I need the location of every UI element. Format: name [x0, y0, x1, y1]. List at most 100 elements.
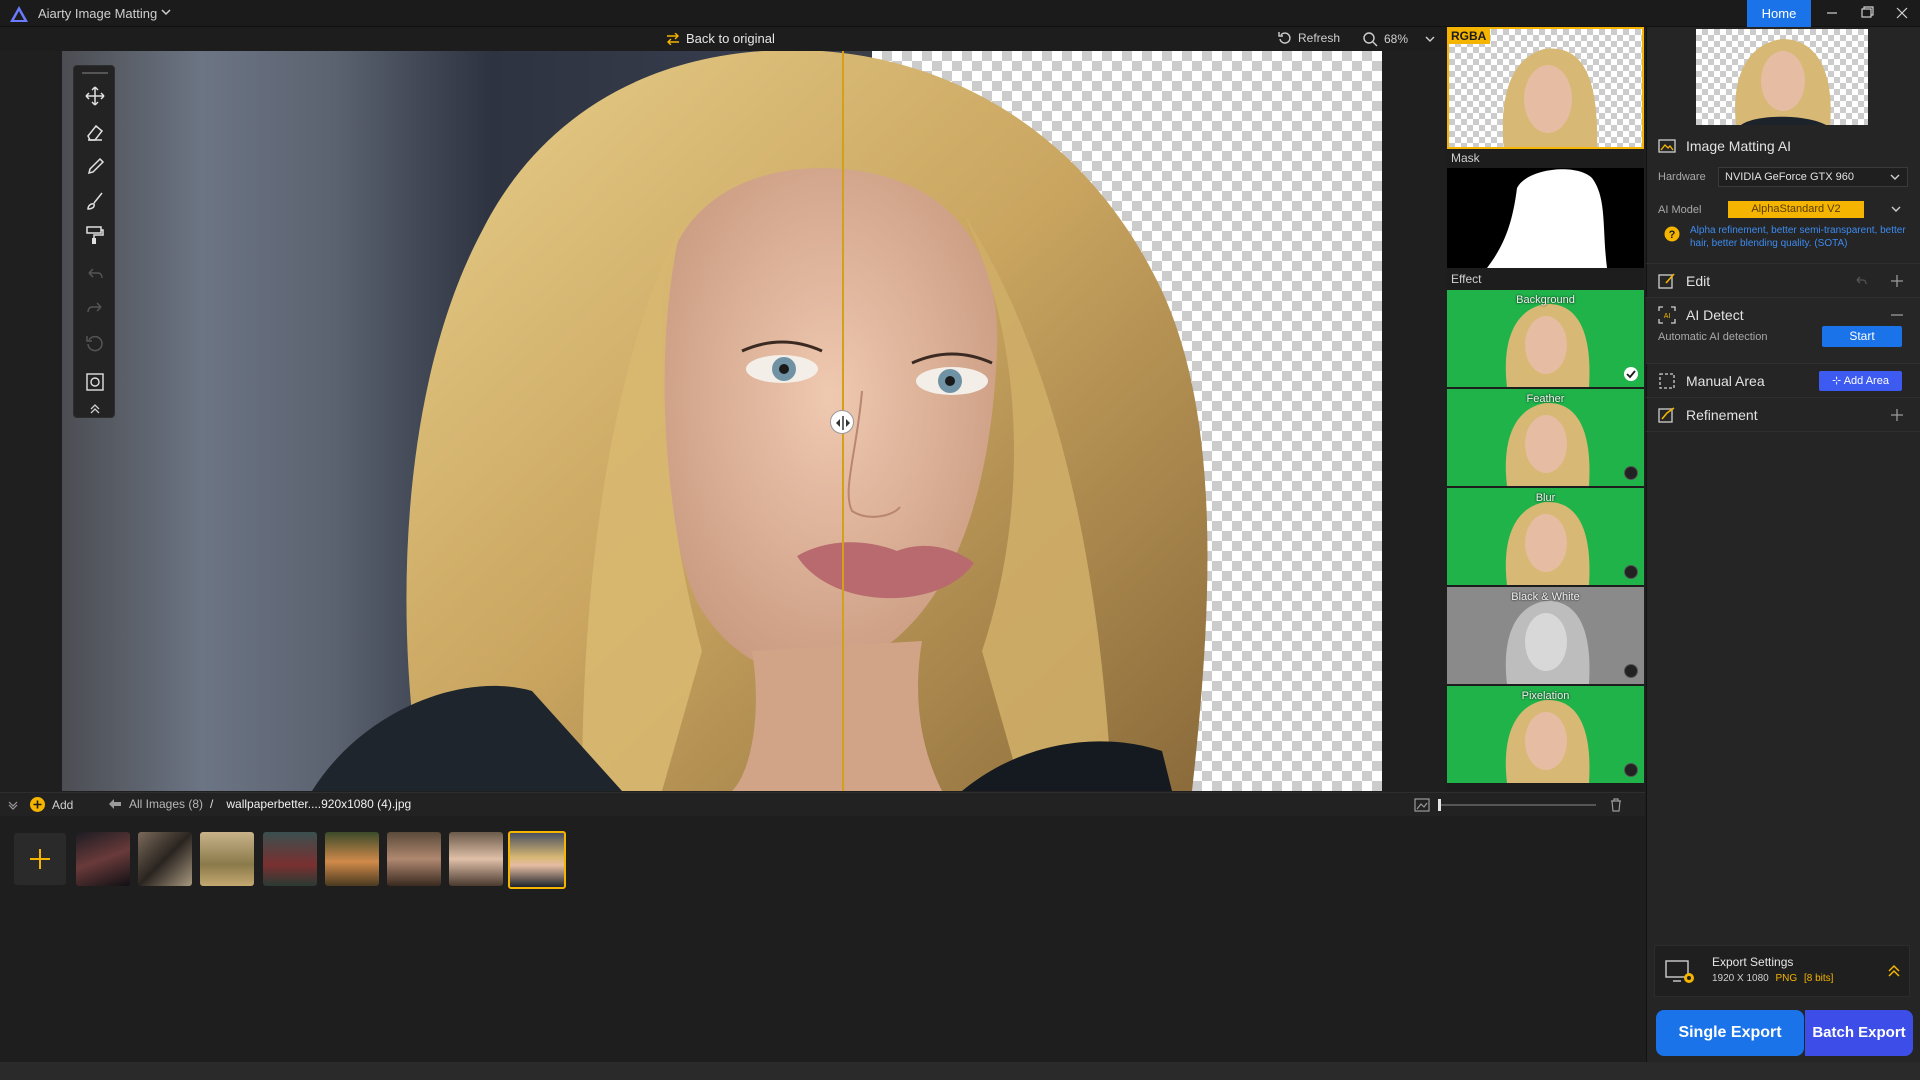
chevron-down-icon[interactable]	[1424, 33, 1436, 45]
add-label: Add	[52, 797, 74, 812]
expand-plus-icon[interactable]	[1890, 274, 1904, 288]
chevron-down-icon[interactable]	[160, 6, 172, 18]
collapse-minus-icon[interactable]	[1890, 308, 1904, 322]
breadcrumb-separator: /	[210, 797, 214, 811]
undo-icon[interactable]	[1854, 274, 1868, 288]
export-summary: 1920 X 1080 PNG [8 bits]	[1712, 973, 1833, 984]
reset-icon[interactable]	[84, 332, 106, 354]
image-size-icon	[1414, 798, 1430, 812]
ai-model-label: AI Model	[1658, 204, 1702, 216]
thumbnail-jellyfish[interactable]	[76, 832, 130, 886]
selected-check-icon[interactable]	[1624, 367, 1638, 381]
tool-strip	[73, 65, 115, 418]
ai-detect-title: AI Detect	[1686, 307, 1744, 323]
trash-icon[interactable]	[1609, 798, 1623, 812]
help-icon[interactable]: ?	[1664, 226, 1680, 242]
back-arrow-icon[interactable]	[108, 798, 122, 810]
thumbnail-size-slider[interactable]	[1438, 799, 1596, 811]
split-arrows-icon	[836, 416, 850, 430]
back-to-original-label: Back to original	[686, 31, 775, 46]
ai-detect-icon: AI	[1658, 306, 1676, 324]
filmstrip-toolbar: Add All Images (8) / wallpaperbetter....…	[0, 792, 1645, 816]
zoom-level: 68%	[1384, 32, 1409, 46]
add-area-button[interactable]: ⊹ Add Area	[1819, 371, 1902, 391]
refinement-section[interactable]: Refinement	[1646, 398, 1920, 432]
expand-plus-icon[interactable]	[1890, 408, 1904, 422]
collapse-up-icon[interactable]	[1886, 963, 1902, 979]
effect-tile[interactable]: Black & White	[1447, 587, 1644, 684]
app-logo-icon	[10, 6, 28, 22]
add-image-button[interactable]: Add	[30, 797, 73, 812]
move-tool-icon[interactable]	[84, 85, 106, 107]
radio-icon[interactable]	[1624, 565, 1638, 579]
refresh-button[interactable]: Refresh	[1278, 31, 1340, 45]
rgba-tag: RGBA	[1447, 28, 1491, 44]
paint-roller-icon[interactable]	[84, 224, 106, 246]
radio-icon[interactable]	[1624, 664, 1638, 678]
thumbnail-bicycle[interactable]	[200, 832, 254, 886]
undo-icon[interactable]	[84, 264, 106, 286]
hardware-value: NVIDIA GeForce GTX 960	[1725, 171, 1854, 183]
split-handle[interactable]	[830, 410, 854, 434]
all-images-link[interactable]: All Images (8)	[129, 797, 203, 811]
manual-area-icon	[1659, 373, 1675, 389]
redo-icon[interactable]	[84, 298, 106, 320]
chevron-down-icon	[1890, 174, 1900, 180]
radio-icon[interactable]	[1624, 763, 1638, 777]
start-detect-button[interactable]: Start	[1822, 326, 1902, 347]
export-settings[interactable]: Export Settings 1920 X 1080 PNG [8 bits]	[1654, 945, 1910, 997]
thumbnail-wings[interactable]	[138, 832, 192, 886]
effect-tile[interactable]: Blur	[1447, 488, 1644, 585]
thumbnail-portrait-lace[interactable]	[449, 832, 503, 886]
refinement-icon	[1658, 407, 1675, 423]
back-to-original-button[interactable]: Back to original	[666, 31, 775, 46]
effect-tile[interactable]: Background	[1447, 290, 1644, 387]
title-bar: Aiarty Image Matting	[0, 0, 1920, 27]
image-canvas[interactable]	[62, 51, 1382, 791]
ai-model-select[interactable]: AlphaStandard V2	[1722, 200, 1908, 220]
zoom-control[interactable]: 68%	[1362, 31, 1436, 47]
add-image-tile[interactable]	[14, 833, 66, 885]
effect-tile[interactable]: Pixelation	[1447, 686, 1644, 783]
zoom-icon	[1363, 32, 1378, 47]
thumbnail-selected-portrait[interactable]	[508, 831, 566, 889]
effect-tile-label: Feather	[1526, 393, 1565, 405]
paint-brush-icon[interactable]	[84, 190, 106, 212]
portrait-image	[312, 51, 1208, 791]
collapse-up-icon[interactable]	[84, 397, 106, 419]
effect-tile-label: Pixelation	[1521, 690, 1570, 702]
edit-icon	[1658, 273, 1675, 289]
home-button[interactable]: Home	[1747, 0, 1811, 27]
rgba-preview[interactable]	[1447, 27, 1644, 149]
app-title[interactable]: Aiarty Image Matting	[38, 6, 157, 21]
thumbnail-portrait-brunette[interactable]	[387, 832, 441, 886]
image-ai-icon	[1658, 139, 1676, 153]
add-area-icon: ⊹	[1832, 375, 1842, 387]
chevron-down-icon	[1891, 206, 1901, 212]
radio-icon[interactable]	[1624, 466, 1638, 480]
single-export-button[interactable]: Single Export	[1656, 1010, 1804, 1056]
eraser-icon[interactable]	[84, 121, 106, 143]
svg-text:AI: AI	[1664, 313, 1671, 320]
selection-icon[interactable]	[84, 371, 106, 393]
close-icon[interactable]	[1892, 4, 1912, 22]
restore-icon[interactable]	[1857, 4, 1877, 22]
export-format: PNG	[1775, 973, 1798, 984]
effect-tile[interactable]: Feather	[1447, 389, 1644, 486]
minimize-icon[interactable]	[1822, 4, 1842, 22]
brush-icon[interactable]	[84, 156, 106, 178]
thumbnail-red-dress[interactable]	[263, 832, 317, 886]
effect-label: Effect	[1451, 272, 1482, 286]
export-settings-title: Export Settings	[1712, 955, 1794, 969]
thumbnail-flowers[interactable]	[325, 832, 379, 886]
image-matting-section: Image Matting AI Hardware NVIDIA GeForce…	[1646, 128, 1920, 264]
mask-preview[interactable]	[1447, 168, 1644, 268]
export-size: 1920 X 1080	[1712, 973, 1769, 984]
edit-section[interactable]: Edit	[1646, 264, 1920, 298]
result-thumbnail	[1696, 29, 1868, 125]
plus-icon	[30, 849, 50, 869]
batch-export-button[interactable]: Batch Export	[1805, 1010, 1913, 1056]
slider-handle[interactable]	[1438, 799, 1441, 811]
hardware-select[interactable]: NVIDIA GeForce GTX 960	[1718, 167, 1908, 187]
collapse-down-icon[interactable]	[7, 799, 19, 811]
